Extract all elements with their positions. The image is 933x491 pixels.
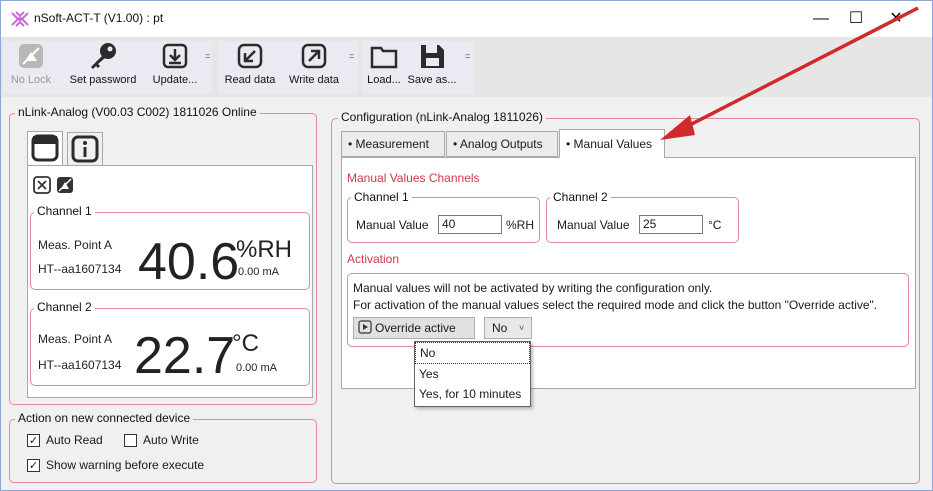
manual-channel1-input[interactable]: 40	[438, 215, 502, 234]
write-data-label: Write data	[289, 74, 339, 86]
mode-dropdown-list: No Yes Yes, for 10 minutes	[414, 341, 531, 407]
override-active-label: Override active	[375, 321, 456, 335]
channel1-unit: %RH	[236, 236, 293, 263]
chevron-down-icon: ˅	[519, 323, 525, 333]
configuration-legend: Configuration (nLink-Analog 1811026)	[338, 110, 546, 124]
action-group-legend: Action on new connected device	[15, 411, 194, 425]
set-password-label: Set password	[69, 74, 137, 86]
channel1-current: 0.00 mA	[238, 266, 279, 278]
read-arrow-icon	[237, 43, 263, 69]
load-label: Load...	[367, 74, 401, 86]
channel2-point: Meas. Point A	[38, 332, 113, 346]
activation-line1: Manual values will not be activated by w…	[353, 281, 713, 295]
read-data-button[interactable]: Read data	[220, 41, 280, 86]
toolbar-overflow-1[interactable]: =	[205, 51, 210, 61]
lock-disabled-icon	[19, 44, 43, 68]
display-channel1-legend: Channel 1	[34, 204, 95, 218]
write-data-button[interactable]: Write data	[282, 41, 346, 86]
channel2-unit: °C	[232, 330, 259, 357]
save-as-label: Save as...	[407, 74, 457, 86]
mode-select[interactable]: No ˅	[484, 317, 532, 339]
toolbar-overflow-2[interactable]: =	[349, 51, 354, 61]
channel2-value: 22.7	[134, 327, 236, 385]
load-button[interactable]: Load...	[364, 41, 404, 86]
manual-channel2-label: Manual Value	[557, 218, 630, 232]
read-data-label: Read data	[224, 74, 276, 86]
save-disk-icon	[421, 45, 444, 68]
tab-measurement[interactable]: • Measurement	[341, 131, 445, 157]
key-icon	[91, 43, 116, 69]
write-arrow-icon	[301, 43, 327, 69]
no-lock-label: No Lock	[10, 74, 52, 86]
manual-channel1-legend: Channel 1	[351, 190, 412, 204]
update-button[interactable]: Update...	[147, 41, 203, 86]
override-active-button[interactable]: Override active	[353, 317, 475, 339]
manual-channel2-input[interactable]: 25	[639, 215, 703, 234]
display-channel2-legend: Channel 2	[34, 300, 95, 314]
no-lock-button[interactable]: No Lock	[7, 41, 55, 86]
manual-channel2-legend: Channel 2	[550, 190, 611, 204]
device-group-legend: nLink-Analog (V00.03 C002) 1811026 Onlin…	[15, 105, 260, 119]
set-password-button[interactable]: Set password	[61, 41, 145, 86]
tab-analog-outputs[interactable]: • Analog Outputs	[446, 131, 558, 157]
window-title: nSoft-ACT-T (V1.00) : pt	[34, 11, 164, 25]
auto-write-checkbox[interactable]	[124, 434, 137, 447]
toolbar-overflow-3[interactable]: =	[465, 51, 470, 61]
auto-write-label: Auto Write	[143, 433, 199, 447]
channel1-sensor: HT--aa1607134	[38, 262, 122, 276]
mode-option-no[interactable]: No	[415, 342, 530, 364]
manual-channel1-label: Manual Value	[356, 218, 429, 232]
annotation-arrow-icon	[660, 6, 919, 140]
channel1-value: 40.6	[138, 233, 240, 291]
unlock-x-icon[interactable]	[32, 175, 52, 195]
device-display-panel: Channel 1 Meas. Point A HT--aa1607134 40…	[27, 165, 313, 398]
update-label: Update...	[152, 74, 198, 86]
activation-line2: For activation of the manual values sele…	[353, 298, 878, 312]
show-warning-label: Show warning before execute	[46, 458, 205, 472]
channel2-current: 0.00 mA	[236, 362, 277, 374]
app-logo-icon	[11, 11, 29, 27]
mode-option-yes[interactable]: Yes	[415, 364, 530, 384]
download-icon	[162, 43, 188, 69]
tab-display[interactable]	[27, 131, 63, 166]
auto-read-label: Auto Read	[46, 433, 103, 447]
manual-channel1-unit: %RH	[506, 218, 535, 232]
play-icon	[358, 320, 372, 334]
mode-select-value: No	[492, 321, 508, 335]
activation-heading: Activation	[347, 252, 400, 266]
mode-option-yes-10-minutes[interactable]: Yes, for 10 minutes	[415, 384, 530, 404]
tab-info[interactable]	[67, 132, 103, 166]
display-window-icon	[31, 134, 59, 162]
channel1-point: Meas. Point A	[38, 238, 113, 252]
manual-channel2-unit: °C	[708, 218, 722, 232]
auto-read-checkbox[interactable]: ✓	[27, 434, 40, 447]
info-icon	[71, 135, 99, 163]
show-warning-checkbox[interactable]: ✓	[27, 459, 40, 472]
save-as-button[interactable]: Save as...	[404, 41, 460, 86]
manual-values-heading: Manual Values Channels	[347, 171, 480, 185]
action-group	[9, 419, 317, 483]
folder-icon	[370, 46, 398, 69]
lock-crossed-icon[interactable]	[55, 175, 75, 195]
channel2-sensor: HT--aa1607134	[38, 358, 122, 372]
